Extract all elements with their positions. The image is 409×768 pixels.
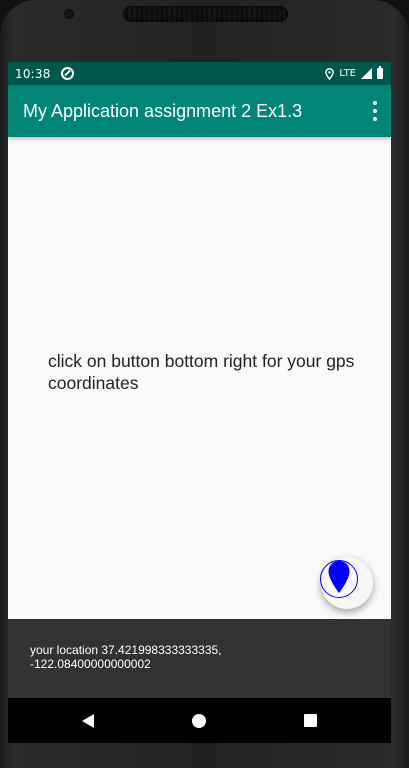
overflow-dot — [373, 109, 377, 113]
gps-fab-button[interactable] — [320, 557, 373, 609]
navigation-bar — [8, 698, 391, 743]
earpiece-speaker — [123, 6, 288, 22]
do-not-disturb-icon — [60, 67, 74, 80]
location-text: your location 37.421998333333335, -122.0… — [30, 643, 222, 671]
overflow-menu-icon[interactable] — [373, 101, 377, 121]
location-icon — [325, 67, 335, 80]
back-icon[interactable] — [82, 714, 94, 728]
app-title: My Application assignment 2 Ex1.3 — [23, 100, 303, 121]
network-type: LTE — [339, 68, 356, 79]
screen: 10:38 LTE My Application assignment 2 Ex… — [8, 62, 391, 716]
status-time: 10:38 — [15, 66, 51, 81]
location-pin-icon — [320, 560, 358, 598]
status-icons: LTE — [325, 62, 383, 85]
front-camera — [64, 9, 74, 19]
main-content: click on button bottom right for your gp… — [8, 137, 391, 619]
app-bar: My Application assignment 2 Ex1.3 — [8, 85, 391, 137]
overflow-dot — [373, 101, 377, 105]
snackbar: your location 37.421998333333335, -122.0… — [8, 619, 391, 698]
recents-icon[interactable] — [304, 714, 317, 727]
status-bar: 10:38 LTE — [8, 62, 391, 85]
overflow-dot — [373, 117, 377, 121]
signal-icon — [361, 68, 372, 79]
phone-frame: 10:38 LTE My Application assignment 2 Ex… — [0, 0, 409, 768]
battery-icon — [377, 66, 383, 79]
instruction-text: click on button bottom right for your gp… — [48, 351, 355, 393]
home-icon[interactable] — [192, 714, 206, 728]
